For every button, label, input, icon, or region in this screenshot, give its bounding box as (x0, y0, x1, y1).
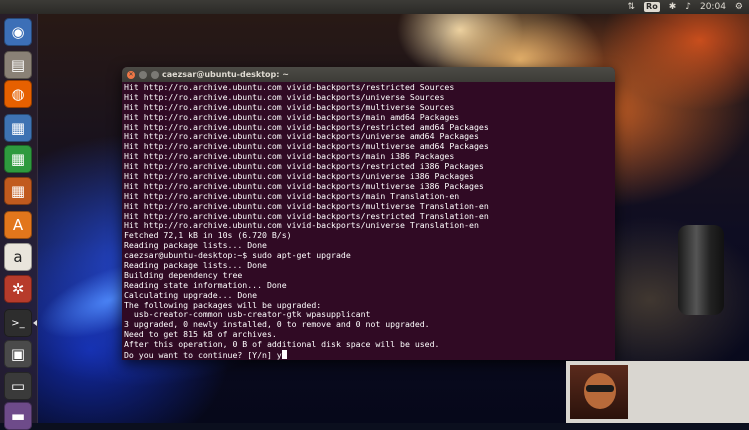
settings-icon: ✲ (11, 280, 25, 298)
firefox-icon: ◍ (11, 85, 25, 103)
launcher-item-system-settings[interactable]: ✲ (4, 275, 32, 303)
launcher-item-dash-home[interactable]: ◉ (4, 18, 32, 46)
bluetooth-icon[interactable]: ✱ (669, 0, 677, 14)
ubuntu-logo-icon: ◉ (11, 23, 25, 41)
window-titlebar[interactable]: ✕ caezsar@ubuntu-desktop: ~ (122, 67, 615, 82)
amazon-icon: a (13, 248, 23, 266)
launcher-item-trash[interactable]: ▬ (4, 402, 32, 430)
launcher: ◉ ▤ ◍ ▦ ▦ ▦ Aa ✲ >_ ▣ ▭ ▬ (0, 14, 38, 430)
launcher-item-libreoffice-writer[interactable]: ▦ (4, 114, 32, 142)
software-center-icon: A (12, 216, 24, 234)
launcher-item-libreoffice-impress[interactable]: ▦ (4, 177, 32, 205)
volume-icon[interactable]: ♪ (685, 0, 691, 14)
workspace-icon: ▣ (10, 345, 26, 363)
launcher-item-removable-drive[interactable]: ▭ (4, 372, 32, 400)
window-title: caezsar@ubuntu-desktop: ~ (162, 70, 289, 79)
launcher-item-workspace-switcher[interactable]: ▣ (4, 340, 32, 368)
indicator-area: ⇅ Ro ✱ ♪ 20:04 ⚙ (627, 0, 743, 14)
avatar (570, 365, 628, 419)
clock[interactable]: 20:04 (700, 0, 726, 14)
top-panel: ⇅ Ro ✱ ♪ 20:04 ⚙ (0, 0, 749, 14)
wallpaper-disc-hub (678, 225, 724, 315)
maximize-window-button[interactable] (151, 70, 159, 79)
impress-icon: ▦ (10, 182, 26, 200)
calc-icon: ▦ (10, 150, 26, 168)
text-cursor (281, 350, 287, 360)
file-manager-icon: ▤ (10, 56, 26, 74)
launcher-item-software-center[interactable]: A (4, 211, 32, 239)
terminal-icon: >_ (11, 317, 25, 329)
minimize-window-button[interactable] (139, 70, 147, 79)
launcher-item-libreoffice-calc[interactable]: ▦ (4, 145, 32, 173)
terminal-prompt-line: Do you want to continue? [Y/n] y (124, 350, 613, 360)
launcher-item-terminal[interactable]: >_ (4, 309, 37, 337)
terminal-window[interactable]: ✕ caezsar@ubuntu-desktop: ~ Hit http://r… (122, 67, 615, 360)
network-icon[interactable]: ⇅ (627, 0, 635, 14)
launcher-item-amazon[interactable]: a (4, 243, 32, 271)
launcher-item-firefox[interactable]: ◍ (4, 80, 32, 108)
trash-icon: ▬ (10, 407, 26, 425)
session-menu-gear-icon[interactable]: ⚙ (735, 0, 743, 14)
launcher-item-files[interactable]: ▤ (4, 51, 32, 79)
terminal-line: After this operation, 0 B of additional … (124, 339, 440, 350)
avatar-glasses (586, 385, 614, 392)
prompt-text: Do you want to continue? [Y/n] y (124, 350, 282, 360)
terminal-output[interactable]: Hit http://ro.archive.ubuntu.com vivid-b… (122, 82, 615, 360)
drive-icon: ▭ (10, 377, 26, 395)
keyboard-layout-indicator[interactable]: Ro (644, 2, 660, 12)
writer-icon: ▦ (10, 119, 26, 137)
author-thumbnail (566, 361, 749, 423)
close-window-button[interactable]: ✕ (127, 70, 135, 79)
